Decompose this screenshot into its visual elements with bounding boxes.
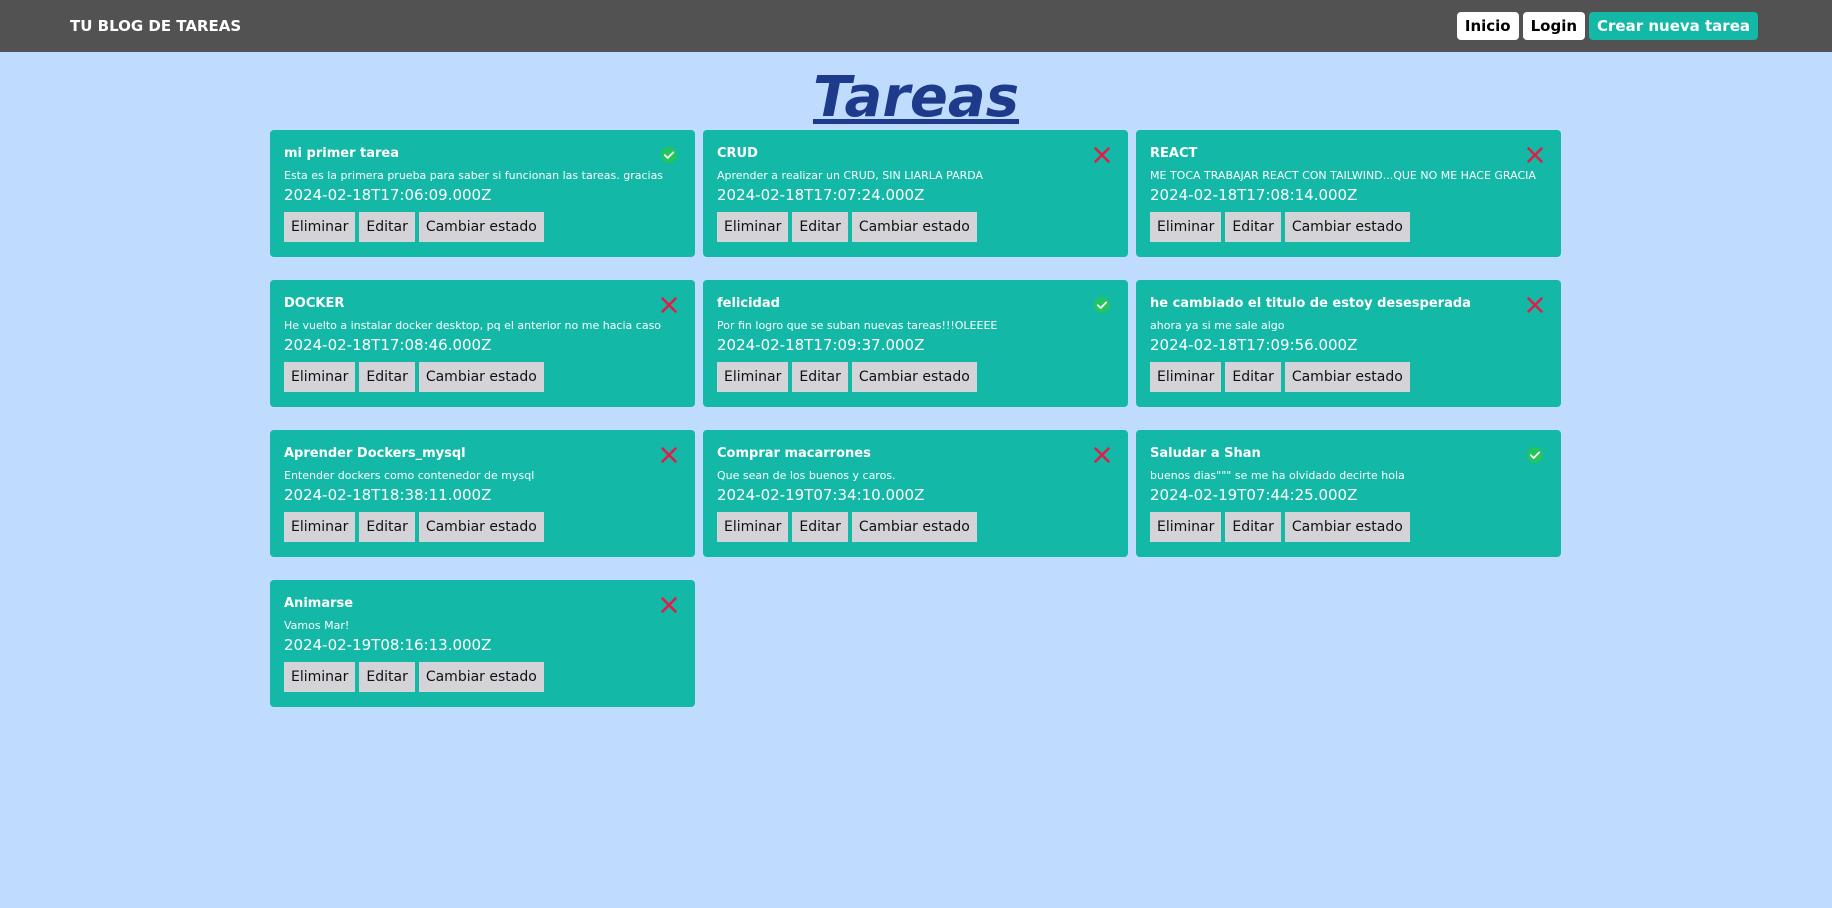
delete-button[interactable]: Eliminar xyxy=(284,212,356,242)
task-actions: Eliminar Editar Cambiar estado xyxy=(284,212,681,242)
task-description: Que sean de los buenos y caros. xyxy=(717,469,896,482)
change-status-button[interactable]: Cambiar estado xyxy=(1284,362,1410,392)
page-title: Tareas xyxy=(812,65,1020,130)
task-description: buenos dias""" se me ha olvidado decirte… xyxy=(1150,469,1405,482)
task-description: He vuelto a instalar docker desktop, pq … xyxy=(284,319,662,332)
create-task-button[interactable]: Crear nueva tarea xyxy=(1589,12,1758,40)
task-title: he cambiado el titulo de estoy desespera… xyxy=(1150,296,1471,311)
task-actions: Eliminar Editar Cambiar estado xyxy=(717,362,1114,392)
edit-button[interactable]: Editar xyxy=(792,362,848,392)
task-title: Aprender Dockers_mysql xyxy=(284,446,466,461)
task-title: mi primer tarea xyxy=(284,146,399,161)
task-description: Entender dockers como contenedor de mysq… xyxy=(284,469,535,482)
task-actions: Eliminar Editar Cambiar estado xyxy=(1150,362,1547,392)
x-mark-icon xyxy=(659,595,679,615)
task-date: 2024-02-18T17:06:09.000Z xyxy=(284,186,492,204)
task-card: Saludar a Shan buenos dias""" se me ha o… xyxy=(1136,430,1561,557)
change-status-button[interactable]: Cambiar estado xyxy=(418,362,544,392)
task-description: Vamos Mar! xyxy=(284,619,350,632)
task-card: Aprender Dockers_mysql Entender dockers … xyxy=(270,430,695,557)
delete-button[interactable]: Eliminar xyxy=(717,212,789,242)
x-mark-icon xyxy=(1092,445,1112,465)
task-actions: Eliminar Editar Cambiar estado xyxy=(284,362,681,392)
delete-button[interactable]: Eliminar xyxy=(284,362,356,392)
task-date: 2024-02-18T17:08:46.000Z xyxy=(284,336,492,354)
task-date: 2024-02-18T17:09:37.000Z xyxy=(717,336,925,354)
edit-button[interactable]: Editar xyxy=(1225,512,1281,542)
edit-button[interactable]: Editar xyxy=(1225,212,1281,242)
edit-button[interactable]: Editar xyxy=(359,512,415,542)
task-title: CRUD xyxy=(717,146,758,161)
edit-button[interactable]: Editar xyxy=(1225,362,1281,392)
task-grid: mi primer tarea Esta es la primera prueb… xyxy=(270,130,1561,707)
change-status-button[interactable]: Cambiar estado xyxy=(851,512,977,542)
delete-button[interactable]: Eliminar xyxy=(1150,512,1222,542)
change-status-button[interactable]: Cambiar estado xyxy=(1284,512,1410,542)
task-date: 2024-02-19T08:16:13.000Z xyxy=(284,636,492,654)
x-mark-icon xyxy=(1525,145,1545,165)
delete-button[interactable]: Eliminar xyxy=(717,512,789,542)
check-circle-icon xyxy=(1525,445,1545,465)
delete-button[interactable]: Eliminar xyxy=(284,512,356,542)
task-description: Por fin logro que se suban nuevas tareas… xyxy=(717,319,998,332)
task-date: 2024-02-18T17:07:24.000Z xyxy=(717,186,925,204)
task-actions: Eliminar Editar Cambiar estado xyxy=(717,212,1114,242)
change-status-button[interactable]: Cambiar estado xyxy=(418,212,544,242)
task-date: 2024-02-19T07:34:10.000Z xyxy=(717,486,925,504)
task-card: felicidad Por fin logro que se suban nue… xyxy=(703,280,1128,407)
task-date: 2024-02-19T07:44:25.000Z xyxy=(1150,486,1358,504)
delete-button[interactable]: Eliminar xyxy=(284,662,356,692)
x-mark-icon xyxy=(659,445,679,465)
task-description: Aprender a realizar un CRUD, SIN LIARLA … xyxy=(717,169,984,182)
task-actions: Eliminar Editar Cambiar estado xyxy=(284,512,681,542)
task-card: he cambiado el titulo de estoy desespera… xyxy=(1136,280,1561,407)
x-mark-icon xyxy=(1525,295,1545,315)
check-circle-icon xyxy=(1092,295,1112,315)
task-title: Comprar macarrones xyxy=(717,446,871,461)
change-status-button[interactable]: Cambiar estado xyxy=(418,512,544,542)
task-card: DOCKER He vuelto a instalar docker deskt… xyxy=(270,280,695,407)
change-status-button[interactable]: Cambiar estado xyxy=(851,212,977,242)
task-title: REACT xyxy=(1150,146,1198,161)
task-actions: Eliminar Editar Cambiar estado xyxy=(1150,212,1547,242)
x-mark-icon xyxy=(1092,145,1112,165)
task-card: Comprar macarrones Que sean de los bueno… xyxy=(703,430,1128,557)
edit-button[interactable]: Editar xyxy=(359,212,415,242)
task-description: ME TOCA TRABAJAR REACT CON TAILWIND...QU… xyxy=(1150,169,1536,182)
task-date: 2024-02-18T17:09:56.000Z xyxy=(1150,336,1358,354)
change-status-button[interactable]: Cambiar estado xyxy=(418,662,544,692)
task-card: mi primer tarea Esta es la primera prueb… xyxy=(270,130,695,257)
change-status-button[interactable]: Cambiar estado xyxy=(1284,212,1410,242)
task-description: Esta es la primera prueba para saber si … xyxy=(284,169,664,182)
task-description: ahora ya si me sale algo xyxy=(1150,319,1285,332)
task-title: Animarse xyxy=(284,596,354,611)
task-title: DOCKER xyxy=(284,296,345,311)
login-button[interactable]: Login xyxy=(1522,12,1586,40)
task-card: REACT ME TOCA TRABAJAR REACT CON TAILWIN… xyxy=(1136,130,1561,257)
task-title: felicidad xyxy=(717,296,780,311)
x-mark-icon xyxy=(659,295,679,315)
change-status-button[interactable]: Cambiar estado xyxy=(851,362,977,392)
edit-button[interactable]: Editar xyxy=(792,512,848,542)
task-actions: Eliminar Editar Cambiar estado xyxy=(717,512,1114,542)
task-title: Saludar a Shan xyxy=(1150,446,1261,461)
delete-button[interactable]: Eliminar xyxy=(1150,212,1222,242)
task-actions: Eliminar Editar Cambiar estado xyxy=(1150,512,1547,542)
delete-button[interactable]: Eliminar xyxy=(717,362,789,392)
edit-button[interactable]: Editar xyxy=(359,662,415,692)
edit-button[interactable]: Editar xyxy=(792,212,848,242)
task-actions: Eliminar Editar Cambiar estado xyxy=(284,662,681,692)
brand-title: TU BLOG DE TAREAS xyxy=(70,17,242,35)
check-circle-icon xyxy=(659,145,679,165)
nav-buttons: Inicio Login Crear nueva tarea xyxy=(1456,12,1758,40)
delete-button[interactable]: Eliminar xyxy=(1150,362,1222,392)
task-date: 2024-02-18T18:38:11.000Z xyxy=(284,486,492,504)
edit-button[interactable]: Editar xyxy=(359,362,415,392)
task-card: CRUD Aprender a realizar un CRUD, SIN LI… xyxy=(703,130,1128,257)
inicio-button[interactable]: Inicio xyxy=(1456,12,1519,40)
task-date: 2024-02-18T17:08:14.000Z xyxy=(1150,186,1358,204)
navbar: TU BLOG DE TAREAS Inicio Login Crear nue… xyxy=(0,0,1832,52)
task-card: Animarse Vamos Mar! 2024-02-19T08:16:13.… xyxy=(270,580,695,707)
